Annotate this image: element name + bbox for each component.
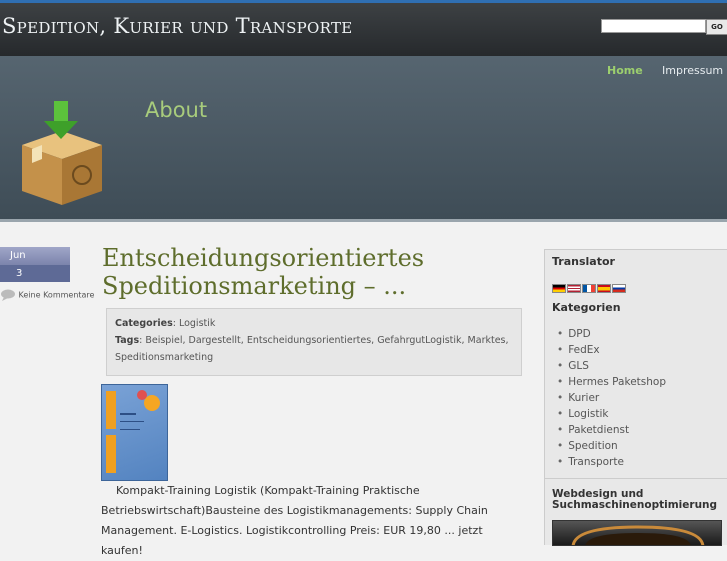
post-text-line: Kompakt-Training Logistik (Kompakt-Train…: [116, 484, 420, 497]
post-excerpt: Kompakt-Training Logistik (Kompakt-Train…: [101, 481, 526, 561]
book-cover-image[interactable]: [101, 384, 168, 481]
post-date-month: Jun: [0, 247, 70, 265]
category-item-spedition[interactable]: Spedition: [545, 438, 727, 454]
spanish-flag-icon[interactable]: [597, 284, 611, 293]
tags-value[interactable]: Beispiel, Dargestellt, Entscheidungsorie…: [115, 335, 509, 363]
comments-link[interactable]: Keine Kommentare: [0, 289, 94, 301]
french-flag-icon[interactable]: [582, 284, 596, 293]
sidebar-divider: [545, 478, 727, 479]
category-item-kurier[interactable]: Kurier: [545, 390, 727, 406]
post-text-line: Betriebswirtschaft)Bausteine des Logisti…: [101, 504, 488, 517]
webdesign-heading: Webdesign und Suchmaschinenoptimierung: [552, 489, 717, 511]
category-item-paketdienst[interactable]: Paketdienst: [545, 422, 727, 438]
category-item-fedex[interactable]: FedEx: [545, 342, 727, 358]
site-title[interactable]: Spedition, Kurier und Transporte: [2, 14, 353, 38]
russian-flag-icon[interactable]: [612, 284, 626, 293]
categories-label: Categories: [115, 318, 173, 329]
category-item-dpd[interactable]: DPD: [545, 326, 727, 342]
kategorien-heading: Kategorien: [552, 301, 621, 314]
category-list: DPD FedEx GLS Hermes Paketshop Kurier Lo…: [545, 326, 727, 470]
post-meta: Categories: Logistik Tags: Beispiel, Dar…: [106, 308, 522, 376]
sidebar: Translator Kategorien DPD FedEx GLS Herm…: [544, 249, 727, 546]
top-bar: Spedition, Kurier und Transporte GO: [0, 0, 727, 56]
us-flag-icon[interactable]: [567, 284, 581, 293]
german-flag-icon[interactable]: [552, 284, 566, 293]
book-cover-graphic: [106, 390, 160, 473]
translator-heading: Translator: [552, 255, 615, 268]
search-input[interactable]: [601, 19, 706, 33]
nav-impressum[interactable]: Impressum: [662, 64, 723, 77]
translator-flags: [552, 278, 627, 297]
page-heading: About: [145, 98, 208, 122]
header: Home Impressum About: [0, 56, 727, 222]
post-text-line: Management. E-Logistics. Logistikcontrol…: [101, 524, 483, 557]
post-date-day: 3: [0, 265, 70, 282]
comment-bubble-icon: [1, 289, 15, 301]
webdesign-line: Suchmaschinenoptimierung: [552, 499, 718, 511]
category-item-gls[interactable]: GLS: [545, 358, 727, 374]
post-title[interactable]: Entscheidungsorientiertes Speditionsmark…: [102, 244, 522, 300]
category-item-transporte[interactable]: Transporte: [545, 454, 727, 470]
nav-home[interactable]: Home: [607, 64, 643, 77]
comments-label: Keine Kommentare: [18, 290, 95, 300]
category-item-hermes[interactable]: Hermes Paketshop: [545, 374, 727, 390]
categories-value[interactable]: Logistik: [179, 318, 215, 329]
package-download-icon: [22, 101, 102, 205]
search-go-button[interactable]: GO: [706, 19, 727, 35]
webdesign-thumbnail[interactable]: [552, 520, 722, 546]
tags-label: Tags: [115, 335, 140, 346]
category-item-logistik[interactable]: Logistik: [545, 406, 727, 422]
arch-image: [571, 525, 705, 545]
